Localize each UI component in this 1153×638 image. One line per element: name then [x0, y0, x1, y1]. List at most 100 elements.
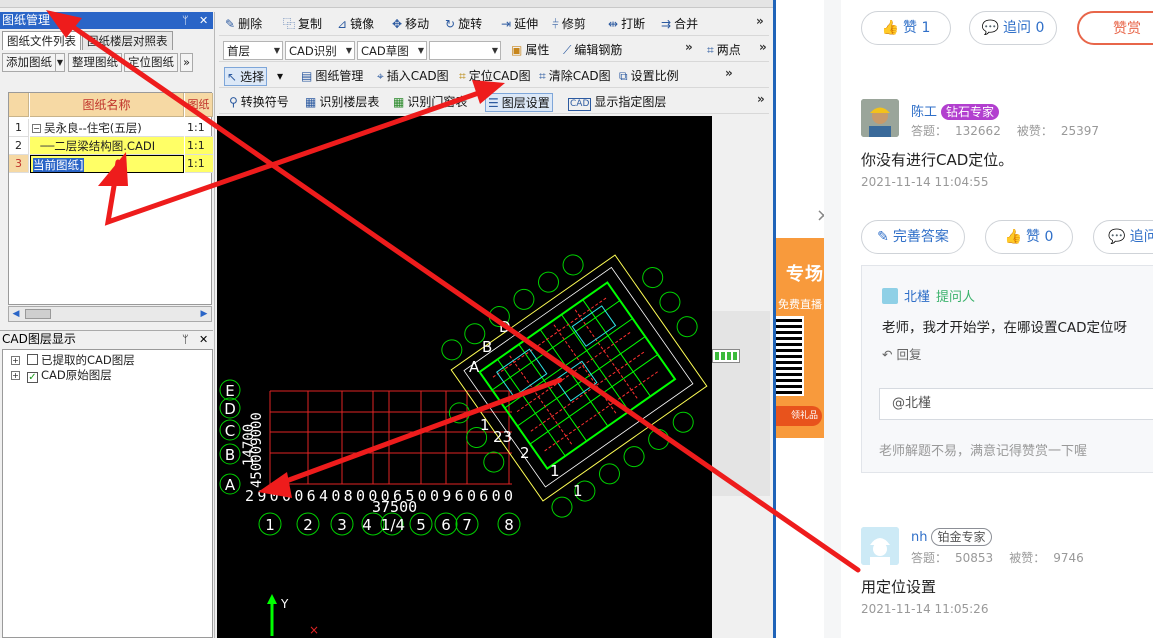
- convert-symbol-icon: ⚲: [229, 95, 238, 109]
- col-axis-7: 7: [462, 516, 472, 534]
- insert-cad-button[interactable]: ⌖ 插入CAD图: [377, 67, 449, 86]
- status-strip: [712, 311, 770, 496]
- layer-checkbox-checked[interactable]: ✓: [27, 372, 38, 383]
- follow-up-answer-button[interactable]: 💬 追问: [1093, 220, 1153, 254]
- reply-button[interactable]: ↶ 回复: [882, 344, 922, 363]
- scroll-right-icon[interactable]: ▶: [198, 308, 210, 320]
- component-select[interactable]: ▼: [429, 41, 501, 60]
- select-dropdown-icon[interactable]: ▾: [277, 67, 283, 86]
- add-drawing-button[interactable]: 添加图纸: [2, 53, 56, 72]
- select-button[interactable]: ↖ 选择: [224, 67, 268, 86]
- locate-cad-button[interactable]: ⌗ 定位CAD图: [459, 67, 531, 86]
- add-drawing-dropdown[interactable]: ▼: [55, 53, 65, 72]
- clear-cad-button[interactable]: ⌗ 清除CAD图: [539, 67, 611, 86]
- tab-floor-mapping[interactable]: 图纸楼层对照表: [82, 31, 173, 50]
- more-chevron-icon[interactable]: »: [725, 66, 733, 80]
- ucs-icon: Y ×: [267, 594, 319, 637]
- row-number-header: [9, 93, 29, 117]
- two-points-button[interactable]: ⌗ 两点: [707, 41, 741, 60]
- more-chevron-icon[interactable]: »: [757, 92, 765, 106]
- cad-drawing-canvas[interactable]: 1 2 3 4 1/4 5 6 7 8 E D C B A 2900064080…: [217, 116, 712, 638]
- break-button[interactable]: ⇹ 打断: [608, 15, 645, 34]
- tab-drawing-files[interactable]: 图纸文件列表: [2, 31, 81, 50]
- rot-axis-num-1c: 1: [573, 482, 583, 500]
- show-layer-button[interactable]: CAD 显示指定图层: [568, 93, 666, 112]
- scroll-thumb[interactable]: [25, 309, 51, 319]
- cad-identify-select[interactable]: CAD识别 ▼: [285, 41, 355, 60]
- col-axis-3: 3: [337, 516, 347, 534]
- table-row[interactable]: 3 当前图纸] 1:1: [9, 155, 213, 173]
- pin-icon[interactable]: ᛘ: [182, 331, 189, 348]
- expand-icon[interactable]: +: [11, 356, 20, 365]
- commenter[interactable]: 北槿 提问人: [882, 286, 975, 305]
- column-header-name: 图纸名称: [30, 93, 184, 117]
- expand-icon[interactable]: +: [11, 371, 20, 380]
- side-advertisement[interactable]: 专场 免费直播 领礼品: [776, 238, 824, 438]
- mirror-button[interactable]: ⊿ 镜像: [337, 15, 374, 34]
- col-axis-4: 4: [362, 516, 372, 534]
- table-row[interactable]: 2 ⠀──二层梁结构图.CADI 1:1: [9, 137, 213, 155]
- follow-up-button[interactable]: 💬 追问 0: [969, 11, 1057, 45]
- reward-button[interactable]: 赞赏: [1077, 11, 1153, 45]
- table-row[interactable]: 1 − 吴永良--住宅(五层) 1:1: [9, 119, 213, 137]
- row-number: 3: [9, 155, 29, 173]
- horizontal-scrollbar[interactable]: ◀ ▶: [8, 306, 212, 322]
- scroll-left-icon[interactable]: ◀: [10, 308, 22, 320]
- trim-icon: ⫩: [552, 17, 559, 31]
- rotate-button[interactable]: ↻ 旋转: [445, 15, 482, 34]
- edit-rebar-button[interactable]: ⟋ 编辑钢筋: [563, 41, 622, 60]
- organize-drawing-button[interactable]: 整理图纸: [68, 53, 122, 72]
- pin-icon[interactable]: ᛘ: [182, 12, 189, 29]
- identify-floor-table-button[interactable]: ▦ 识别楼层表: [305, 93, 379, 112]
- answer-text: 你没有进行CAD定位。: [861, 151, 1014, 169]
- collapse-icon[interactable]: −: [32, 124, 41, 133]
- like-button[interactable]: 👍 赞 1: [861, 11, 951, 45]
- improve-answer-button[interactable]: ✎ 完善答案: [861, 220, 965, 254]
- close-icon[interactable]: ✕: [199, 12, 208, 29]
- cad-draft-select[interactable]: CAD草图 ▼: [357, 41, 427, 60]
- scale-icon: ⧉: [619, 69, 628, 83]
- worker-avatar-icon: [861, 99, 899, 137]
- avatar[interactable]: [861, 99, 899, 137]
- drawing-name-input[interactable]: 当前图纸]: [33, 158, 84, 172]
- layer-item-original[interactable]: + ✓ CAD原始图层: [11, 368, 112, 383]
- reply-input[interactable]: @北槿: [879, 388, 1153, 420]
- floor-select[interactable]: 首层 ▼: [223, 41, 283, 60]
- trim-button[interactable]: ⫩ 修剪: [552, 15, 586, 34]
- door-window-icon: ▦: [393, 95, 405, 109]
- total-dimension: 37500: [372, 498, 417, 516]
- layer-settings-button[interactable]: ☰ 图层设置: [485, 93, 553, 112]
- ad-subtitle: 免费直播: [778, 298, 822, 311]
- extend-button[interactable]: ⇥ 延伸: [501, 15, 538, 34]
- layer-item-extracted[interactable]: + 已提取的CAD图层: [11, 353, 135, 368]
- col-axis-1: 1: [265, 516, 275, 534]
- locate-drawing-button[interactable]: 定位图纸: [124, 53, 178, 72]
- drawing-manager-button[interactable]: ▤ 图纸管理: [301, 67, 363, 86]
- more-chevron-icon[interactable]: »: [685, 40, 693, 54]
- more-chevron-icon[interactable]: »: [756, 14, 764, 28]
- layer-checkbox[interactable]: [27, 354, 38, 365]
- copy-button[interactable]: ⿻复制: [283, 15, 322, 34]
- answerer-name[interactable]: 陈工 钻石专家: [911, 101, 1000, 120]
- asker-role-label: 提问人: [936, 290, 976, 305]
- identify-door-window-button[interactable]: ▦ 识别门窗表: [393, 93, 467, 112]
- drawing-manager-title: 图纸管理 ᛘ ✕: [0, 12, 213, 29]
- delete-button[interactable]: ✎ 删除: [225, 15, 262, 34]
- set-scale-button[interactable]: ⧉ 设置比例: [619, 67, 679, 86]
- convert-symbol-button[interactable]: ⚲ 转换符号: [229, 93, 289, 112]
- more-chevron-icon[interactable]: »: [180, 53, 194, 72]
- like-answer-button[interactable]: 👍 赞 0: [985, 220, 1073, 254]
- answerer-stats: 答题： 132662 被赞： 25397: [911, 124, 1100, 138]
- close-icon[interactable]: ✕: [199, 331, 208, 348]
- drawing-name-cell[interactable]: − 吴永良--住宅(五层): [30, 119, 184, 137]
- answerer-name[interactable]: nh 铂金专家: [911, 528, 992, 546]
- ad-gift-button[interactable]: 领礼品: [776, 406, 822, 426]
- properties-button[interactable]: ▣ 属性: [511, 41, 549, 60]
- merge-button[interactable]: ⇉ 合并: [661, 15, 698, 34]
- drawing-name-cell[interactable]: ⠀──二层梁结构图.CADI: [30, 137, 184, 155]
- more-chevron-icon[interactable]: »: [759, 40, 767, 54]
- comment-icon: 💬: [981, 20, 1000, 36]
- move-button[interactable]: ✥ 移动: [392, 15, 429, 34]
- avatar[interactable]: [861, 527, 899, 565]
- drawing-name-edit-cell[interactable]: 当前图纸]: [30, 155, 184, 173]
